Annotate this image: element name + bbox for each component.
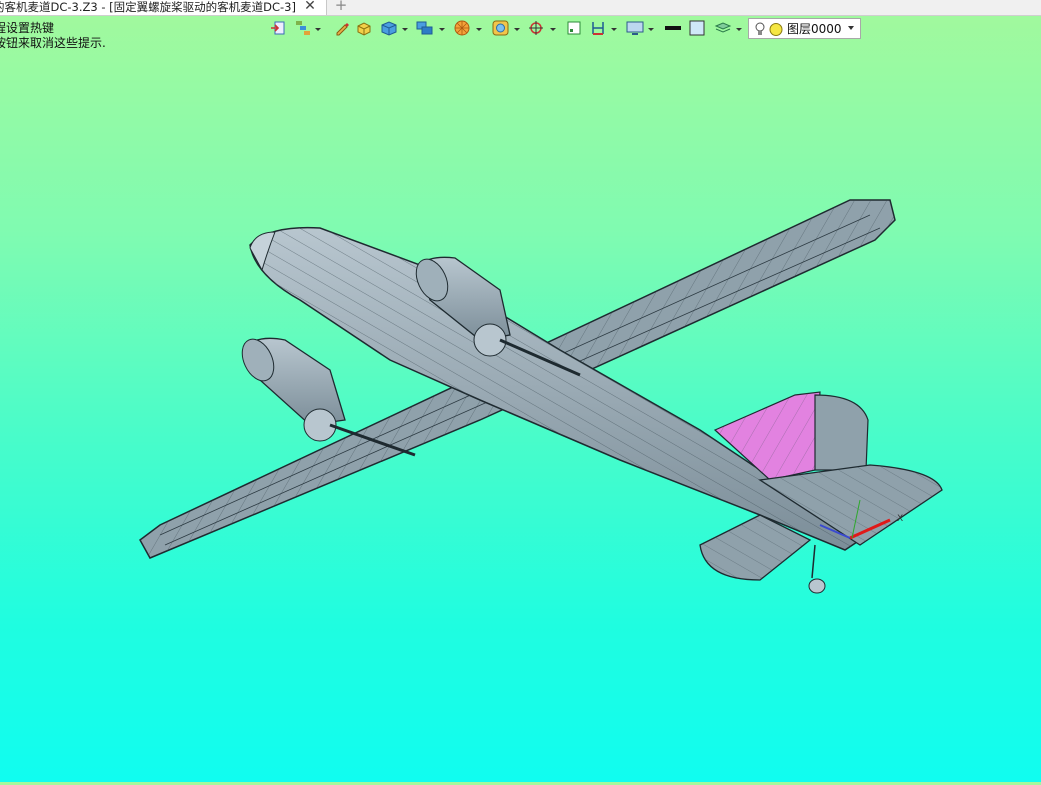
small-frame-icon[interactable] (566, 20, 582, 38)
chevron-down-icon[interactable] (402, 28, 408, 31)
airplane-model[interactable]: X (0, 48, 1041, 782)
chevron-down-icon[interactable] (611, 28, 617, 31)
pen-icon[interactable] (334, 20, 350, 38)
tail-wheel (808, 544, 826, 594)
chevron-down-icon[interactable] (514, 28, 520, 31)
layers-stack-icon[interactable] (714, 20, 732, 38)
render-mode-icon[interactable] (454, 20, 472, 38)
screen-icon[interactable] (626, 20, 644, 38)
import-icon[interactable] (270, 20, 286, 38)
chevron-down-icon[interactable] (315, 28, 321, 31)
box-icon[interactable] (356, 20, 372, 38)
line-color-icon[interactable] (664, 20, 682, 38)
yellow-circle-icon (769, 23, 783, 36)
view-orient-icon[interactable] (492, 20, 510, 38)
hint-line-1: 程设置热键 (0, 21, 55, 35)
svg-text:X: X (897, 514, 903, 524)
chevron-down-icon (848, 26, 854, 30)
layer-name: 图层0000 (787, 22, 842, 36)
solid-view-icon[interactable] (380, 20, 398, 38)
chevron-down-icon[interactable] (476, 28, 482, 31)
display-mode-icon[interactable] (416, 20, 434, 38)
layer-tree-icon[interactable] (294, 20, 312, 38)
document-tab[interactable]: 的客机麦道DC-3.Z3 - [固定翼螺旋桨驱动的客机麦道DC-3] ✕ (0, 0, 327, 15)
dimension-icon[interactable] (590, 20, 606, 38)
chevron-down-icon[interactable] (648, 28, 654, 31)
view-toolbar (264, 17, 754, 40)
chevron-down-icon[interactable] (736, 28, 742, 31)
chevron-down-icon[interactable] (439, 28, 445, 31)
chevron-down-icon[interactable] (550, 28, 556, 31)
layer-select[interactable]: 图层0000 (748, 18, 861, 39)
snap-icon[interactable] (528, 20, 546, 38)
close-icon[interactable]: ✕ (303, 0, 317, 13)
fill-color-icon[interactable] (689, 20, 705, 38)
document-tab-title: 的客机麦道DC-3.Z3 - [固定翼螺旋桨驱动的客机麦道DC-3] (0, 0, 296, 14)
plus-icon[interactable]: + (334, 0, 348, 13)
document-tab-bar: 的客机麦道DC-3.Z3 - [固定翼螺旋桨驱动的客机麦道DC-3] ✕ + (0, 0, 1041, 16)
3d-viewport[interactable]: X (0, 48, 1041, 782)
lightbulb-icon (755, 22, 765, 35)
